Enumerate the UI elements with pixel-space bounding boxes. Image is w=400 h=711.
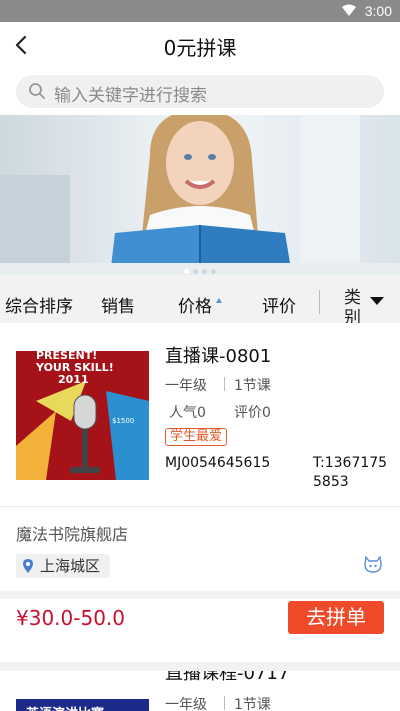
pager-dot[interactable] <box>211 269 216 274</box>
course-price: ¥30.0-50.0 <box>16 606 126 630</box>
course-popularity: 人气0 <box>169 405 206 421</box>
banner-pager <box>184 259 220 278</box>
course-tag: 学生最爱 <box>165 428 228 446</box>
course-grade: 一年级 <box>165 697 207 711</box>
banner-illustration <box>0 115 400 275</box>
dropdown-triangle-icon <box>370 297 384 305</box>
status-bar: 3:00 <box>0 0 400 22</box>
course-poster: 英语演讲比赛 <box>16 699 149 711</box>
poster-text-1: 英语演讲比赛 <box>26 703 104 711</box>
course-card[interactable]: 英语演讲比赛 直播课程-0717 一年级 1节课 <box>0 671 400 711</box>
shop-name[interactable]: 魔法书院旗舰店 <box>16 521 128 545</box>
poster-prize: $1500 <box>112 417 135 425</box>
meta-divider <box>224 377 225 391</box>
search-bar-container: 输入关键字进行搜索 <box>0 68 400 115</box>
banner-image[interactable] <box>0 115 400 275</box>
course-card[interactable]: PRESENT! YOUR SKILL! 2011 $1500 直播课-0801… <box>0 323 400 662</box>
join-group-button[interactable]: 去拼单 <box>288 601 384 634</box>
sort-comprehensive[interactable]: 综合排序 <box>5 292 73 317</box>
meta-divider <box>224 696 225 710</box>
chat-bot-icon[interactable] <box>363 556 383 574</box>
poster-text-3: 2011 <box>58 373 89 386</box>
search-icon <box>29 83 45 99</box>
section-gap <box>0 591 400 599</box>
pager-dot[interactable] <box>202 269 207 274</box>
status-time: 3:00 <box>364 3 392 19</box>
course-name[interactable]: 直播课-0801 <box>165 342 271 368</box>
course-lessons: 1节课 <box>234 697 271 711</box>
divider <box>0 506 400 507</box>
location-pin-icon <box>23 559 33 573</box>
page-title: 0元拼课 <box>163 36 237 60</box>
sort-price[interactable]: 价格 <box>178 292 212 317</box>
course-rating: 评价0 <box>234 405 271 421</box>
pager-dot[interactable] <box>184 269 189 274</box>
wifi-icon <box>342 4 356 16</box>
course-grade: 一年级 <box>165 378 207 394</box>
sort-rating[interactable]: 评价 <box>262 292 296 317</box>
course-lessons: 1节课 <box>234 378 271 394</box>
region-label: 上海城区 <box>40 557 101 575</box>
nav-bar: 0元拼课 <box>0 22 400 68</box>
pager-dot[interactable] <box>193 269 198 274</box>
course-code: MJ0054645615 <box>165 455 271 471</box>
sort-up-icon <box>216 298 222 303</box>
course-name[interactable]: 直播课程-0717 <box>165 671 289 685</box>
search-placeholder: 输入关键字进行搜索 <box>54 86 207 106</box>
region-badge: 上海城区 <box>16 554 111 578</box>
sort-sales[interactable]: 销售 <box>101 292 135 317</box>
search-input[interactable]: 输入关键字进行搜索 <box>16 75 384 108</box>
course-phone-2: 5853 <box>313 474 349 490</box>
course-phone-1: T:1367175 <box>313 455 388 471</box>
sort-bar: 综合排序 销售 价格 评价 类 别 <box>0 281 400 328</box>
sort-divider <box>319 290 320 314</box>
course-poster: PRESENT! YOUR SKILL! 2011 $1500 <box>16 351 149 480</box>
category-filter[interactable]: 类 别 <box>344 283 394 328</box>
